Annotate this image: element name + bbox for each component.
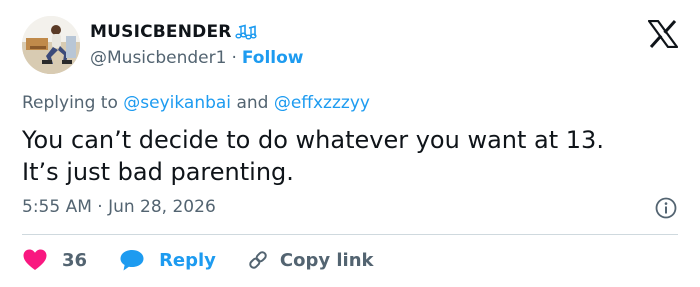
avatar[interactable] bbox=[22, 16, 80, 74]
info-icon[interactable] bbox=[654, 196, 678, 220]
copy-link-label: Copy link bbox=[279, 249, 374, 271]
like-button[interactable]: 36 bbox=[22, 248, 87, 272]
reply-label: Reply bbox=[159, 249, 216, 271]
copy-link-button[interactable]: Copy link bbox=[246, 248, 374, 272]
speech-bubble-icon bbox=[120, 250, 144, 271]
avatar-image bbox=[22, 16, 80, 74]
separator-dot: · bbox=[231, 48, 237, 68]
replying-to-line: Replying to @seyikanbai and @effxzzzyy bbox=[22, 93, 370, 113]
tweet-text: You can’t decide to do whatever you want… bbox=[22, 124, 672, 188]
divider bbox=[22, 234, 678, 235]
tweet-text-line: It’s just bad parenting. bbox=[22, 158, 294, 186]
link-icon bbox=[249, 251, 267, 269]
x-logo-icon[interactable] bbox=[648, 20, 678, 48]
user-handle[interactable]: @Musicbender1 bbox=[90, 48, 226, 68]
heart-icon bbox=[23, 249, 47, 270]
music-notes-icon bbox=[234, 23, 257, 41]
display-name[interactable]: MUSICBENDER bbox=[90, 22, 232, 42]
replying-prefix: Replying to bbox=[22, 93, 118, 113]
reply-button[interactable]: Reply bbox=[119, 248, 216, 272]
timestamp[interactable]: 5:55 AM · Jun 28, 2026 bbox=[22, 197, 216, 217]
tweet-text-line: You can’t decide to do whatever you want… bbox=[22, 126, 604, 154]
mention-link[interactable]: @seyikanbai bbox=[123, 93, 231, 113]
follow-button[interactable]: Follow bbox=[242, 48, 304, 68]
author-block: MUSICBENDER @Musicbender1 · Follow bbox=[90, 20, 304, 70]
mention-link[interactable]: @effxzzzyy bbox=[274, 93, 370, 113]
action-bar: 36 Reply Copy link bbox=[22, 246, 374, 274]
like-count: 36 bbox=[62, 249, 88, 271]
replying-conjunction: and bbox=[236, 93, 269, 113]
